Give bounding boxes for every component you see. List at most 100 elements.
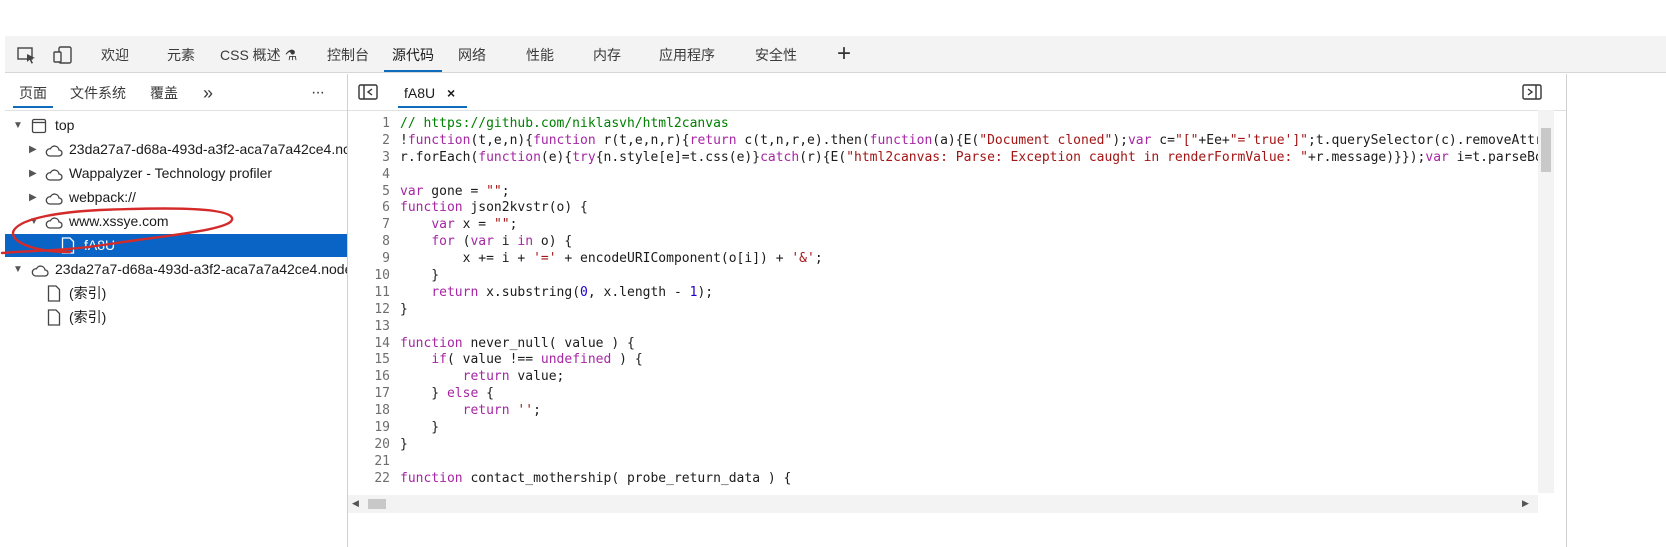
line-number[interactable]: 17 — [348, 386, 400, 403]
tree-item-xssye[interactable]: ▼ www.xssye.com — [5, 210, 347, 233]
line-number[interactable]: 12 — [348, 302, 400, 319]
tree-item-top[interactable]: ▼ top — [5, 114, 347, 137]
code-text: function contact_mothership( probe_retur… — [400, 470, 792, 486]
device-emulation-icon[interactable] — [53, 46, 73, 64]
tab-label: 安全性 — [755, 47, 797, 63]
code-line[interactable]: 11 return x.substring(0, x.length - 1); — [348, 285, 1538, 302]
scroll-right-icon[interactable]: ▶ — [1522, 498, 1529, 509]
code-line[interactable]: 7 var x = ""; — [348, 217, 1538, 234]
tree-item-node[interactable]: ▼ 23da27a7-d68a-493d-a3f2-aca7a7a42ce4.n… — [5, 258, 347, 281]
code-line[interactable]: 12} — [348, 302, 1538, 319]
code-line[interactable]: 21 — [348, 454, 1538, 471]
inspect-icon[interactable] — [17, 46, 37, 64]
tab-sources[interactable]: 源代码 — [384, 36, 442, 72]
tree-label: www.xssye.com — [69, 213, 169, 229]
expanded-arrow-icon[interactable]: ▼ — [13, 114, 23, 137]
tree-label: 23da27a7-d68a-493d-a3f2-aca7a7a42ce4.nod… — [55, 261, 348, 277]
code-line[interactable]: 10 } — [348, 268, 1538, 285]
tree-item-index[interactable]: (索引) — [5, 282, 347, 305]
line-number[interactable]: 11 — [348, 285, 400, 302]
tab-performance[interactable]: 性能 — [526, 36, 554, 72]
line-number[interactable]: 8 — [348, 234, 400, 251]
collapsed-arrow-icon[interactable]: ▶ — [29, 162, 37, 185]
line-number[interactable]: 20 — [348, 437, 400, 454]
more-tabs-button[interactable]: » — [203, 74, 213, 110]
subtab-overrides[interactable]: 覆盖 — [150, 74, 178, 110]
devtools-toolbar: 欢迎 元素 CSS 概述 ⚗ 控制台 源代码 网络 性能 内存 应用程序 安全性… — [5, 36, 1666, 73]
line-number[interactable]: 2 — [348, 133, 400, 150]
scroll-left-icon[interactable]: ◀ — [352, 498, 359, 509]
add-tab-button[interactable]: + — [837, 42, 851, 66]
line-number[interactable]: 10 — [348, 268, 400, 285]
code-text: // https://github.com/niklasvh/html2canv… — [400, 116, 729, 131]
code-line[interactable]: 19 } — [348, 420, 1538, 437]
line-number[interactable]: 5 — [348, 184, 400, 201]
tree-item-index[interactable]: (索引) — [5, 306, 347, 329]
tab-memory[interactable]: 内存 — [593, 36, 621, 72]
tree-item-webpack[interactable]: ▶ webpack:// — [5, 186, 347, 209]
code-line[interactable]: 1// https://github.com/niklasvh/html2can… — [348, 116, 1538, 133]
line-number[interactable]: 22 — [348, 471, 400, 488]
code-line[interactable]: 8 for (var i in o) { — [348, 234, 1538, 251]
line-number[interactable]: 14 — [348, 336, 400, 353]
code-view[interactable]: 1// https://github.com/niklasvh/html2can… — [348, 116, 1538, 496]
code-line[interactable]: 9 x += i + '=' + encodeURIComponent(o[i]… — [348, 251, 1538, 268]
line-number[interactable]: 9 — [348, 251, 400, 268]
tab-security[interactable]: 安全性 — [755, 36, 797, 72]
file-icon — [47, 309, 61, 333]
code-line[interactable]: 16 return value; — [348, 369, 1538, 386]
vertical-scrollbar[interactable] — [1538, 110, 1554, 493]
code-line[interactable]: 5 var gone = ""; — [348, 184, 1538, 201]
line-number[interactable]: 21 — [348, 454, 400, 471]
expanded-arrow-icon[interactable]: ▼ — [29, 210, 39, 233]
line-number[interactable]: 1 — [348, 116, 400, 133]
tab-label: 内存 — [593, 47, 621, 63]
tab-welcome[interactable]: 欢迎 — [101, 36, 129, 72]
code-line[interactable]: 13 — [348, 319, 1538, 336]
code-line[interactable]: 17 } else { — [348, 386, 1538, 403]
tab-console[interactable]: 控制台 — [327, 36, 369, 72]
line-number[interactable]: 6 — [348, 200, 400, 217]
toggle-debugger-icon[interactable] — [1522, 84, 1542, 105]
close-icon[interactable]: × — [447, 85, 455, 101]
tab-application[interactable]: 应用程序 — [659, 36, 715, 72]
code-line[interactable]: 3 r.forEach(function(e){try{n.style[e]=t.… — [348, 150, 1538, 167]
line-number[interactable]: 15 — [348, 352, 400, 369]
tree-item-extension[interactable]: ▶ 23da27a7-d68a-493d-a3f2-aca7a7a42ce4.n… — [5, 138, 347, 161]
editor-tabs: fA8U × — [348, 74, 1566, 111]
code-line[interactable]: 6 function json2kvstr(o) { — [348, 200, 1538, 217]
line-number[interactable]: 4 — [348, 167, 400, 184]
code-line[interactable]: 18 return ''; — [348, 403, 1538, 420]
code-line[interactable]: 4 — [348, 167, 1538, 184]
code-text: var gone = ""; — [400, 183, 510, 199]
scroll-thumb[interactable] — [1541, 128, 1551, 172]
active-editor-tab-indicator — [398, 106, 468, 108]
tab-css-overview[interactable]: CSS 概述 ⚗ — [220, 36, 297, 72]
line-number[interactable]: 19 — [348, 420, 400, 437]
editor-tab-fa8u[interactable]: fA8U × — [398, 74, 468, 110]
more-menu-button[interactable]: ··· — [311, 74, 325, 110]
tree-item-wappalyzer[interactable]: ▶ Wappalyzer - Technology profiler — [5, 162, 347, 185]
line-number[interactable]: 3 — [348, 150, 400, 167]
horizontal-scrollbar[interactable]: ◀ ▶ — [348, 495, 1538, 513]
code-line[interactable]: 2 !function(t,e,n){function r(t,e,n,r){re… — [348, 133, 1538, 150]
subtab-page[interactable]: 页面 — [13, 74, 53, 110]
expanded-arrow-icon[interactable]: ▼ — [13, 258, 23, 281]
subtab-label: 覆盖 — [150, 85, 178, 101]
scroll-thumb[interactable] — [368, 499, 386, 509]
line-number[interactable]: 16 — [348, 369, 400, 386]
tab-network[interactable]: 网络 — [458, 36, 486, 72]
tab-elements[interactable]: 元素 — [167, 36, 195, 72]
line-number[interactable]: 18 — [348, 403, 400, 420]
code-line[interactable]: 15 if( value !== undefined ) { — [348, 352, 1538, 369]
code-line[interactable]: 22 function contact_mothership( probe_ret… — [348, 471, 1538, 488]
tree-item-fa8u[interactable]: fA8U — [5, 234, 347, 257]
code-line[interactable]: 14 function never_null( value ) { — [348, 336, 1538, 353]
toggle-navigator-icon[interactable] — [358, 84, 378, 105]
code-line[interactable]: 20} — [348, 437, 1538, 454]
line-number[interactable]: 13 — [348, 319, 400, 336]
subtab-filesystem[interactable]: 文件系统 — [70, 74, 126, 110]
collapsed-arrow-icon[interactable]: ▶ — [29, 186, 37, 209]
collapsed-arrow-icon[interactable]: ▶ — [29, 138, 37, 161]
line-number[interactable]: 7 — [348, 217, 400, 234]
